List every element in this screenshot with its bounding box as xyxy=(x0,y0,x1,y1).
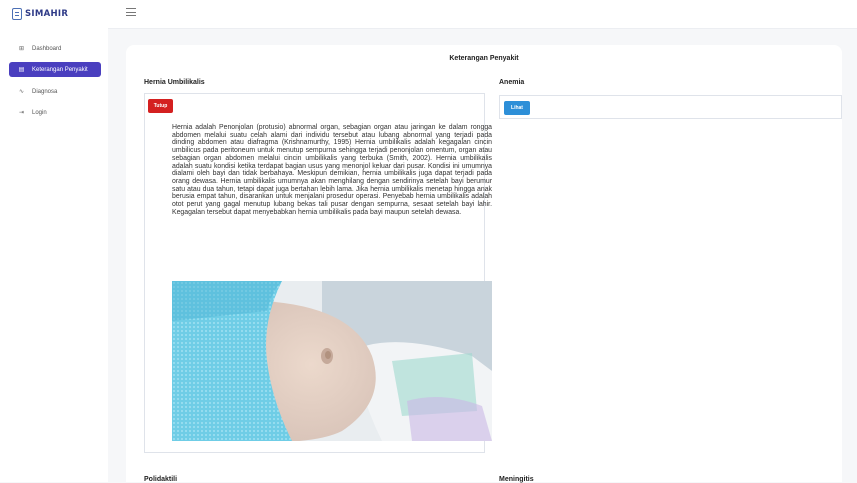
lihat-button[interactable]: Lihat xyxy=(504,101,530,115)
baby-belly-image xyxy=(172,281,492,441)
sidebar-item-diagnosa[interactable]: ∿ Diagnosa xyxy=(9,84,101,99)
grid-icon: ⊞ xyxy=(18,46,25,52)
tutup-button[interactable]: Tutup xyxy=(148,99,173,113)
section-title-anemia: Anemia xyxy=(499,79,525,86)
hernia-description: Hernia adalah Penonjolan (protusio) abno… xyxy=(172,124,492,216)
sidebar-item-keterangan-penyakit[interactable]: ▤ Keterangan Penyakit xyxy=(9,62,101,77)
document-icon: ▤ xyxy=(18,67,25,73)
hernia-photo xyxy=(172,281,492,441)
pulse-icon: ∿ xyxy=(18,89,25,95)
logo-icon xyxy=(12,8,22,20)
sidebar-item-label: Dashboard xyxy=(32,45,62,52)
top-bar xyxy=(108,0,857,29)
anemia-card: Lihat xyxy=(499,95,842,119)
page-title: Keterangan Penyakit xyxy=(449,55,519,62)
sidebar-item-label: Keterangan Penyakit xyxy=(32,66,88,73)
sidebar-item-dashboard[interactable]: ⊞ Dashboard xyxy=(9,41,101,56)
menu-toggle-icon[interactable] xyxy=(126,8,136,16)
sidebar-item-label: Login xyxy=(32,109,47,116)
login-icon: ⇥ xyxy=(18,110,25,116)
sidebar-item-label: Diagnosa xyxy=(32,88,58,95)
app-logo[interactable]: SIMAHIR xyxy=(12,7,68,21)
main-panel: Keterangan Penyakit Hernia Umbilikalis T… xyxy=(126,45,842,483)
logo-text: SIMAHIR xyxy=(25,9,69,19)
sidebar-item-login[interactable]: ⇥ Login xyxy=(9,105,101,120)
section-title-hernia-umbilikalis: Hernia Umbilikalis xyxy=(144,79,205,86)
hernia-card: Tutup Hernia adalah Penonjolan (protusio… xyxy=(144,93,492,453)
sidebar: SIMAHIR ⊞ Dashboard ▤ Keterangan Penyaki… xyxy=(0,0,108,482)
